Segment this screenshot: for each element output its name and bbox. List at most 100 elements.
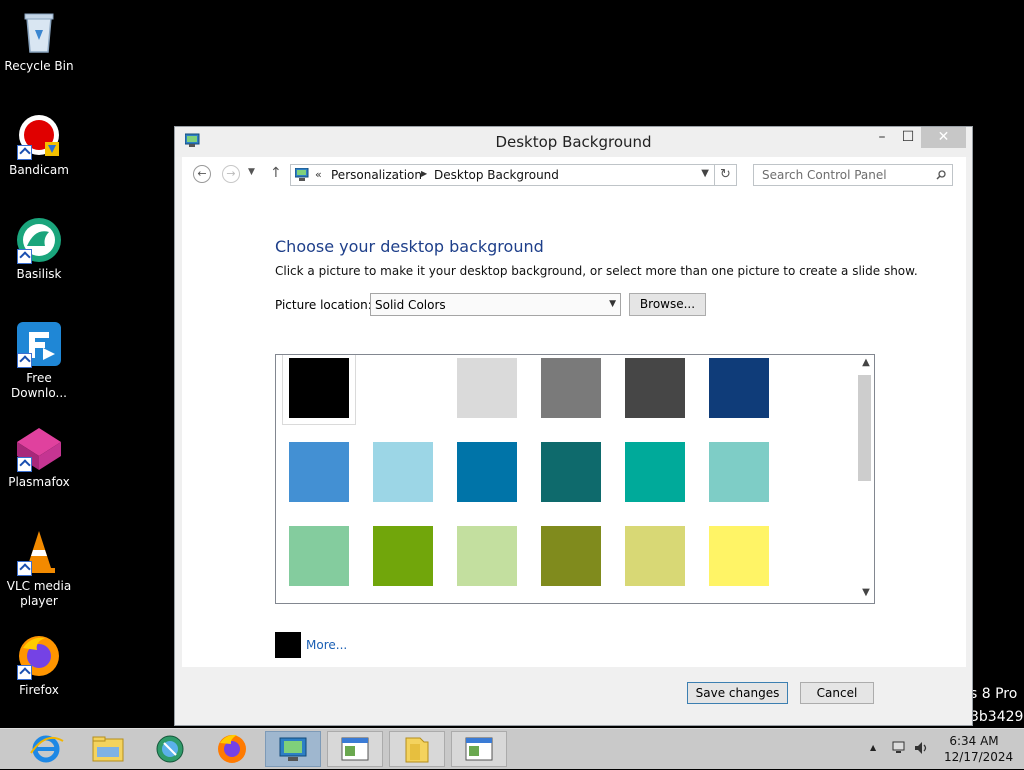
color-swatch[interactable] xyxy=(625,526,685,586)
color-swatch[interactable] xyxy=(541,526,601,586)
search-input[interactable] xyxy=(754,165,937,185)
color-swatch[interactable] xyxy=(709,442,769,502)
taskbar-control-panel[interactable] xyxy=(265,731,321,767)
shortcut-arrow-icon xyxy=(17,353,32,368)
watermark-line-2: 3b3429 xyxy=(970,709,1024,725)
free-download-manager-icon xyxy=(15,320,63,368)
color-swatch[interactable] xyxy=(457,358,517,418)
picture-location-value: Solid Colors xyxy=(375,298,446,312)
search-icon[interactable] xyxy=(936,169,946,180)
more-colors-link[interactable]: More... xyxy=(306,638,347,652)
taskbar-file-explorer[interactable] xyxy=(87,731,129,767)
taskbar-window-app-1[interactable] xyxy=(327,731,383,767)
picture-location-select[interactable]: Solid Colors ▼ xyxy=(370,293,621,316)
breadcrumb-personalization[interactable]: Personalization xyxy=(331,168,422,182)
plasmafox-icon xyxy=(15,424,63,472)
color-swatch[interactable] xyxy=(709,526,769,586)
up-arrow-icon[interactable]: ↑ xyxy=(270,165,282,181)
window-app-icon xyxy=(328,737,382,769)
desktop-icon-label: Free Downlo... xyxy=(11,371,67,400)
scroll-down-arrow-icon[interactable]: ▼ xyxy=(859,587,873,601)
window-title: Desktop Background xyxy=(495,133,652,151)
taskbar-network-globe[interactable] xyxy=(149,731,191,767)
back-arrow-icon[interactable]: ← xyxy=(193,165,211,183)
network-status-icon[interactable] xyxy=(891,741,907,755)
desktop-icon-label: Recycle Bin xyxy=(4,59,74,73)
taskbar-window-app-2[interactable] xyxy=(451,731,507,767)
title-bar[interactable]: Desktop Background – ☐ ✕ xyxy=(175,127,972,157)
color-swatch[interactable] xyxy=(541,442,601,502)
folder-icon xyxy=(390,737,444,769)
shortcut-arrow-icon xyxy=(17,457,32,472)
clock-time[interactable]: 6:34 AM xyxy=(944,734,1004,748)
color-swatch[interactable] xyxy=(289,442,349,502)
control-panel-icon xyxy=(266,737,320,769)
recent-locations-chevron-icon[interactable]: ▼ xyxy=(248,167,255,177)
cancel-button[interactable]: Cancel xyxy=(800,682,874,704)
color-swatch[interactable] xyxy=(373,442,433,502)
color-swatch[interactable] xyxy=(373,526,433,586)
taskbar-firefox[interactable] xyxy=(211,731,253,767)
volume-icon[interactable] xyxy=(914,741,930,755)
save-changes-button[interactable]: Save changes xyxy=(687,682,788,704)
desktop-icon-label: VLC media player xyxy=(6,579,72,608)
address-box[interactable]: « Personalization ▶ Desktop Background ▼ xyxy=(290,164,715,186)
desktop-icon-free-download-manager[interactable]: Free Downlo... xyxy=(4,320,74,401)
color-swatch[interactable] xyxy=(625,442,685,502)
color-swatch[interactable] xyxy=(457,442,517,502)
desktop-icon-bandicam[interactable]: Bandicam xyxy=(4,112,74,178)
color-swatch[interactable] xyxy=(282,355,356,425)
desktop-icon-label: Bandicam xyxy=(9,163,69,177)
picture-location-label: Picture location: xyxy=(275,298,372,312)
color-swatch[interactable] xyxy=(625,358,685,418)
color-swatch[interactable] xyxy=(457,526,517,586)
color-swatch[interactable] xyxy=(373,358,433,418)
scroll-up-arrow-icon[interactable]: ▲ xyxy=(859,357,873,371)
breadcrumb-overflow[interactable]: « xyxy=(315,168,322,181)
desktop-icon-vlc[interactable]: VLC media player xyxy=(4,528,74,609)
color-swatch-grid: ▲ ▼ xyxy=(275,354,875,604)
color-swatch[interactable] xyxy=(289,526,349,586)
forward-arrow-icon[interactable]: → xyxy=(222,165,240,183)
desktop-icon-label: Firefox xyxy=(19,683,59,697)
chevron-down-icon: ▼ xyxy=(609,299,616,309)
taskbar-folder[interactable] xyxy=(389,731,445,767)
more-colors-swatch[interactable] xyxy=(275,632,301,658)
desktop-icon-plasmafox[interactable]: Plasmafox xyxy=(4,424,74,490)
shortcut-arrow-icon xyxy=(17,145,32,160)
color-swatch[interactable] xyxy=(541,358,601,418)
control-panel-icon xyxy=(294,167,310,181)
close-button[interactable]: ✕ xyxy=(921,127,966,148)
shortcut-arrow-icon xyxy=(17,665,32,680)
address-bar-row: ← → ▼ ↑ « Personalization ▶ Desktop Back… xyxy=(182,157,966,193)
address-dropdown-chevron-icon[interactable]: ▼ xyxy=(701,168,709,179)
breadcrumb-desktop-background[interactable]: Desktop Background xyxy=(434,168,559,182)
recycle-bin-icon xyxy=(15,8,63,56)
desktop-icon-label: Plasmafox xyxy=(8,475,70,489)
desktop-icon-label: Basilisk xyxy=(16,267,62,281)
clock-date[interactable]: 12/17/2024 xyxy=(944,750,1013,764)
shortcut-arrow-icon xyxy=(17,249,32,264)
basilisk-icon xyxy=(15,216,63,264)
taskbar-internet-explorer[interactable] xyxy=(25,731,67,767)
maximize-button[interactable]: ☐ xyxy=(893,127,923,148)
window-app-icon xyxy=(452,737,506,769)
vlc-cone-icon xyxy=(15,528,63,576)
watermark-line-1: s 8 Pro xyxy=(970,686,1018,702)
desktop-background-window: Desktop Background – ☐ ✕ ← → ▼ ↑ « Perso… xyxy=(174,126,973,726)
desktop-icon-firefox[interactable]: Firefox xyxy=(4,632,74,698)
breadcrumb-separator-icon[interactable]: ▶ xyxy=(421,169,427,178)
scrollbar-thumb[interactable] xyxy=(858,375,871,481)
desktop-icon-basilisk[interactable]: Basilisk xyxy=(4,216,74,282)
desktop-icon-recycle-bin[interactable]: Recycle Bin xyxy=(4,8,74,74)
page-instructions: Click a picture to make it your desktop … xyxy=(275,264,918,278)
dialog-footer: Save changes Cancel xyxy=(182,667,966,720)
color-swatch[interactable] xyxy=(709,358,769,418)
browse-button[interactable]: Browse... xyxy=(629,293,706,316)
show-hidden-icons-chevron-icon[interactable]: ▲ xyxy=(870,743,876,752)
window-client-area: ← → ▼ ↑ « Personalization ▶ Desktop Back… xyxy=(182,157,966,720)
shortcut-arrow-icon xyxy=(17,561,32,576)
page-heading: Choose your desktop background xyxy=(275,237,544,256)
firefox-icon xyxy=(15,632,63,680)
refresh-icon[interactable]: ↻ xyxy=(715,164,737,186)
